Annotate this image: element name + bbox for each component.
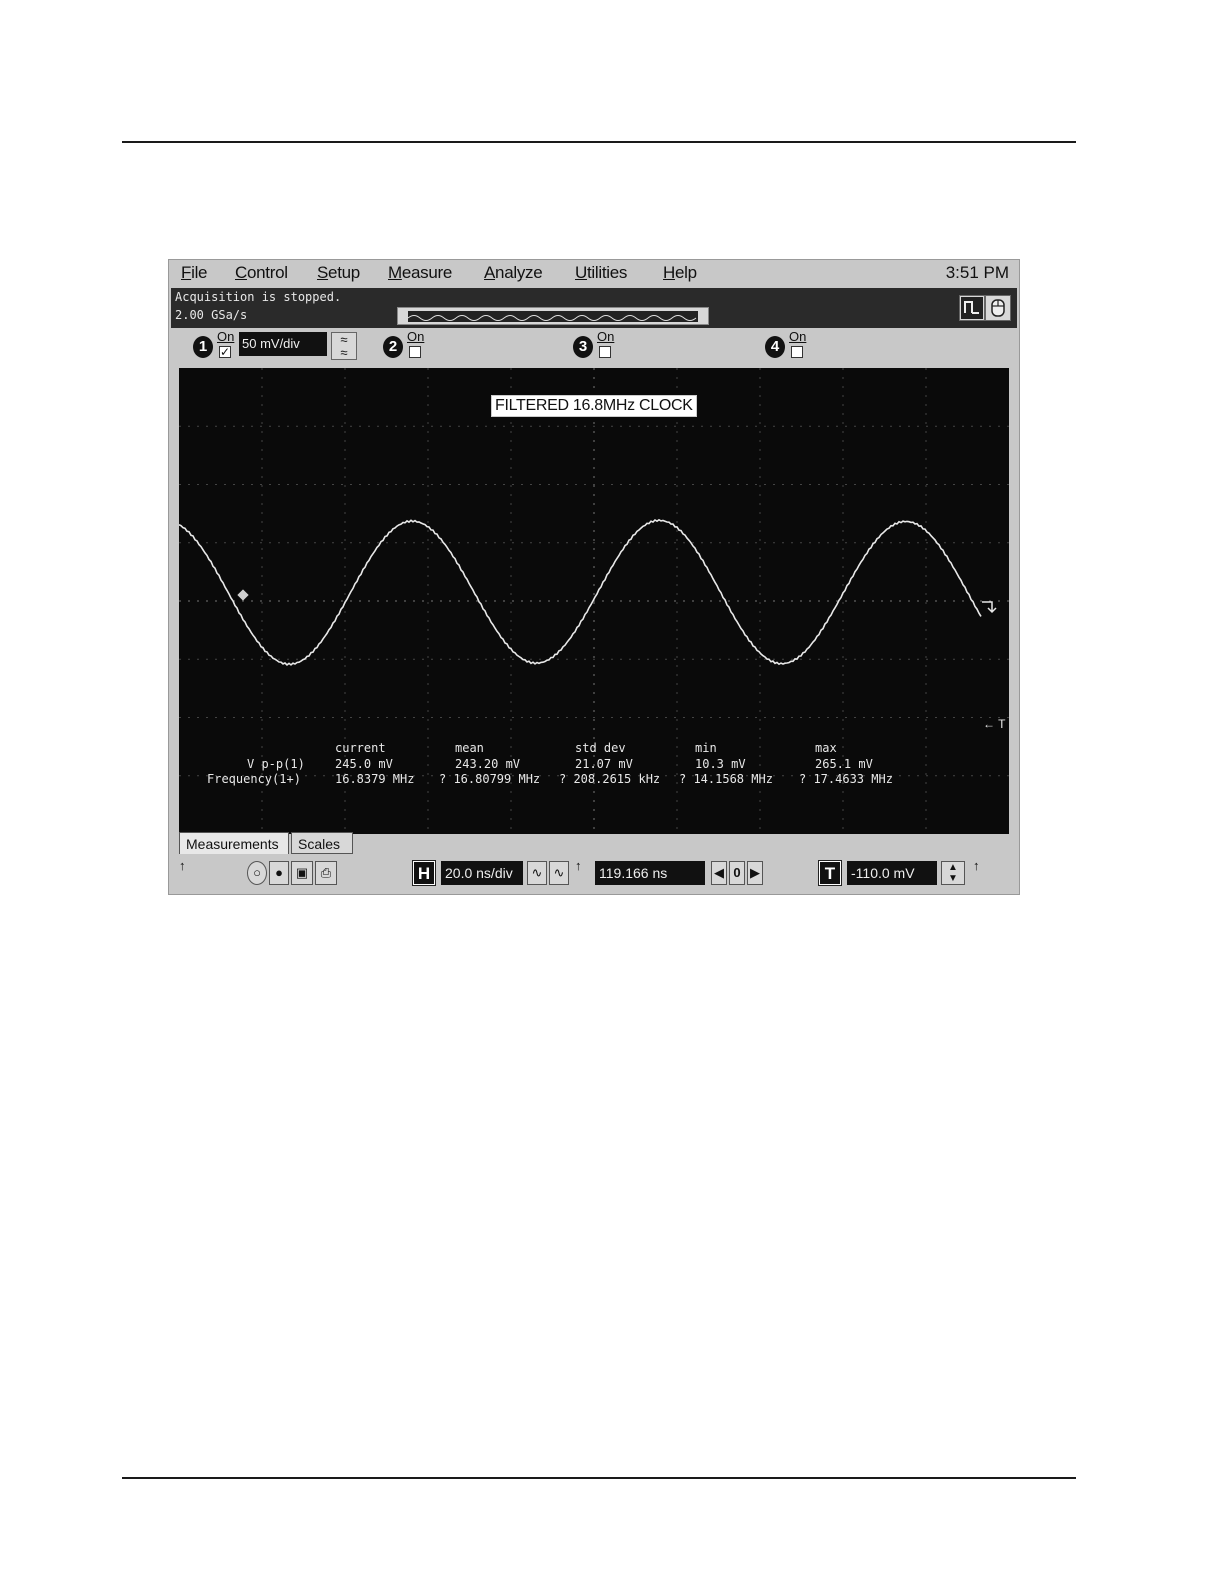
channel-1-checkbox[interactable]: ✓ xyxy=(219,346,231,358)
channel-2-on-label: On xyxy=(407,329,425,344)
meas-freq-min: ? 14.1568 MHz xyxy=(679,772,773,786)
meas-freq-mean: ? 16.80799 MHz xyxy=(439,772,541,786)
meas-header-mean: mean xyxy=(455,741,484,755)
waveform-display[interactable]: FILTERED 16.8MHz CLOCK ← T current mean … xyxy=(179,368,1009,834)
page-top-rule xyxy=(122,141,1076,143)
trigger-button[interactable]: T xyxy=(818,860,842,886)
channel-1-waveform xyxy=(179,518,982,666)
waveform-overview[interactable] xyxy=(397,307,709,325)
channel-4-on-label: On xyxy=(789,329,807,344)
channel-3-checkbox[interactable] xyxy=(599,346,611,358)
oscilloscope-window: File Control Setup Measure Analyze Utili… xyxy=(168,259,1020,895)
trigger-level-stepper-icon[interactable]: ▲ ▼ xyxy=(941,861,965,885)
menu-file[interactable]: File xyxy=(181,263,208,283)
meas-freq-current: 16.8379 MHz xyxy=(335,772,415,786)
trigger-level-icon xyxy=(982,601,997,614)
meas-vpp-mean: 243.20 mV xyxy=(455,757,521,771)
overview-wave-icon xyxy=(407,315,697,321)
waveform-label: FILTERED 16.8MHz CLOCK xyxy=(491,395,697,417)
channel-1-badge[interactable]: 1 xyxy=(193,336,213,358)
channel-1-on-label: On xyxy=(217,329,235,344)
channel-3-on-label: On xyxy=(597,329,615,344)
meas-freq-max: ? 17.4633 MHz xyxy=(799,772,893,786)
tab-scales[interactable]: Scales xyxy=(291,832,353,854)
scope-mode-icon[interactable] xyxy=(959,295,985,321)
meas-row-freq-name: Frequency(1+) xyxy=(207,772,301,786)
channel-1-scale[interactable]: 50 mV/div xyxy=(239,332,327,356)
meas-header-current: current xyxy=(335,741,386,755)
meas-header-min: min xyxy=(695,741,717,755)
menu-measure[interactable]: Measure xyxy=(388,263,452,283)
menu-setup[interactable]: Setup xyxy=(317,263,360,283)
sample-rate: 2.00 GSa/s xyxy=(175,308,248,322)
trigger-marker: ← T xyxy=(983,717,1006,731)
timebase-fine-icon[interactable]: ∿ xyxy=(549,861,569,885)
stop-circle-icon[interactable]: ● xyxy=(269,861,289,885)
channel-2-badge[interactable]: 2 xyxy=(383,336,403,358)
channel-1-ground-marker xyxy=(237,589,249,601)
horizontal-button[interactable]: H xyxy=(412,860,436,886)
delay-left-icon[interactable]: ◀ xyxy=(711,861,727,885)
channel-2-checkbox[interactable] xyxy=(409,346,421,358)
up-arrow-icon[interactable]: ↑ xyxy=(179,858,186,873)
print-icon[interactable]: ⎙ xyxy=(315,861,337,885)
timebase-field[interactable]: 20.0 ns/div xyxy=(441,861,523,885)
timebase-coarse-icon[interactable]: ∿ xyxy=(527,861,547,885)
menu-utilities[interactable]: Utilities xyxy=(575,263,627,283)
channel-4-checkbox[interactable] xyxy=(791,346,803,358)
meas-row-vpp-name: V p-p(1) xyxy=(247,757,305,771)
menu-help[interactable]: Help xyxy=(663,263,697,283)
status-bar: Acquisition is stopped. 2.00 GSa/s xyxy=(171,288,1017,328)
meas-header-std-dev: std dev xyxy=(575,741,626,755)
meas-vpp-max: 265.1 mV xyxy=(815,757,873,771)
meas-vpp-current: 245.0 mV xyxy=(335,757,393,771)
delay-up-arrow-icon[interactable]: ↑ xyxy=(575,858,582,873)
clock: 3:51 PM xyxy=(945,263,1009,282)
trigger-level-field[interactable]: -110.0 mV xyxy=(847,861,937,885)
single-acquire-icon[interactable]: ▣ xyxy=(291,861,313,885)
menu-bar: File Control Setup Measure Analyze Utili… xyxy=(169,260,1019,288)
menu-analyze[interactable]: Analyze xyxy=(484,263,543,283)
channel-bar: 1 On ✓ 50 mV/div ≈ ≈ 2 On 3 On 4 On xyxy=(171,328,1017,366)
meas-vpp-min: 10.3 mV xyxy=(695,757,746,771)
delay-right-icon[interactable]: ▶ xyxy=(747,861,763,885)
acquisition-status: Acquisition is stopped. xyxy=(175,290,342,304)
channel-4-badge[interactable]: 4 xyxy=(765,336,785,358)
mouse-icon[interactable] xyxy=(985,295,1011,321)
meas-vpp-std-dev: 21.07 mV xyxy=(575,757,633,771)
meas-freq-std-dev: ? 208.2615 kHz xyxy=(559,772,661,786)
delay-field[interactable]: 119.166 ns xyxy=(595,861,705,885)
page-bottom-rule xyxy=(122,1477,1076,1479)
menu-control[interactable]: Control xyxy=(235,263,288,283)
trigger-up-arrow-icon[interactable]: ↑ xyxy=(973,858,980,873)
coupling-icon[interactable]: ≈ ≈ xyxy=(331,332,357,360)
tab-measurements[interactable]: Measurements xyxy=(179,832,289,854)
channel-3-badge[interactable]: 3 xyxy=(573,336,593,358)
run-circle-icon[interactable]: ○ xyxy=(247,861,267,885)
delay-center-button[interactable]: 0 xyxy=(729,861,745,885)
meas-header-max: max xyxy=(815,741,837,755)
control-bar: ↑ ○ ● ▣ ⎙ H 20.0 ns/div ∿ ∿ ↑ 119.166 ns… xyxy=(171,856,1017,892)
